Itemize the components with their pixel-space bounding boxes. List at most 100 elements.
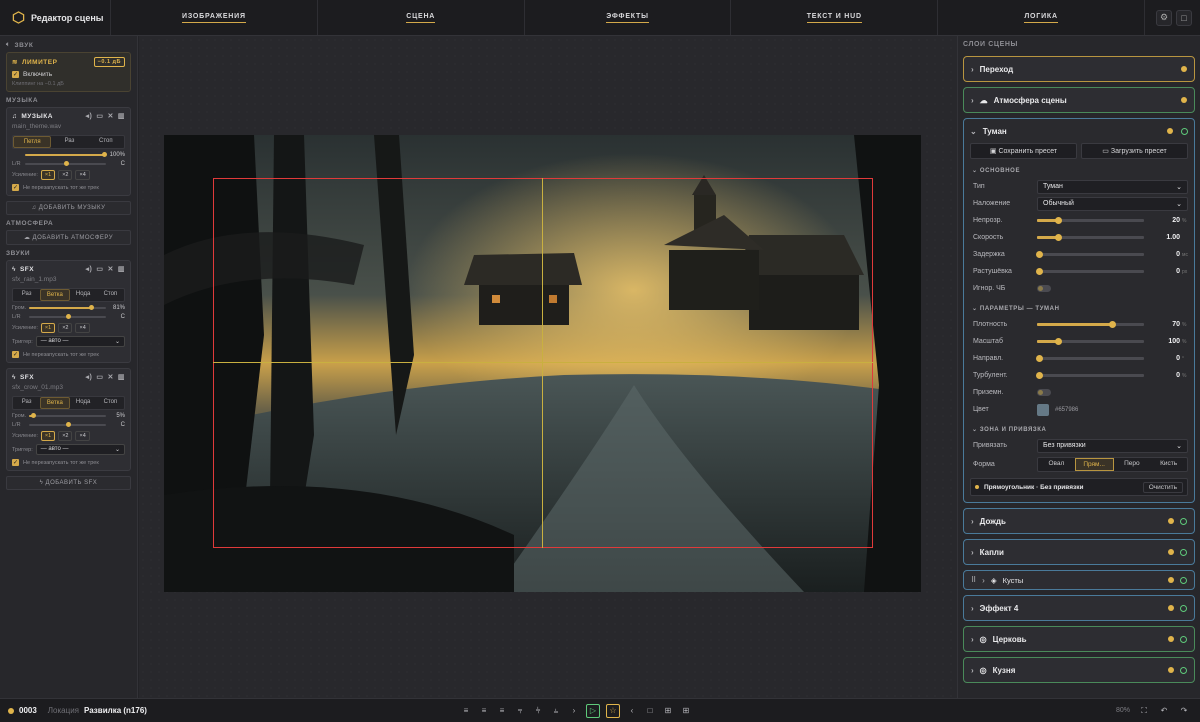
scene-image[interactable] (164, 135, 921, 592)
cloud-icon: ☁ (23, 235, 33, 241)
layer-church[interactable]: › ◎ Церковь (963, 626, 1195, 652)
align-left-icon[interactable]: ≡ (460, 705, 472, 717)
bind-select[interactable]: Без привязки ⌄ (1037, 438, 1188, 453)
mode-stop[interactable]: Стоп (97, 289, 124, 301)
trash-icon[interactable]: ▥ (118, 373, 125, 381)
trash-icon[interactable]: ▥ (118, 112, 125, 120)
folder-icon[interactable]: ▭ (96, 112, 103, 120)
trigger-select[interactable]: — авто — ⌄ (35, 336, 125, 347)
shape-feather[interactable]: Перо (1114, 458, 1151, 471)
layer-atmosphere[interactable]: › ☁ Атмосфера сцены (963, 87, 1195, 113)
ground-toggle[interactable] (1037, 389, 1051, 396)
shape-brush[interactable]: Кисть (1150, 458, 1187, 471)
visibility-ring (1181, 127, 1188, 135)
chevron-left-icon[interactable]: ‹ (626, 705, 638, 717)
align-center-icon[interactable]: ≡ (478, 705, 490, 717)
limiter-badge[interactable]: −0.1 дБ (93, 57, 125, 67)
tab-logic[interactable]: ЛОГИКА (937, 0, 1144, 35)
speaker-icon[interactable]: ◂) (86, 265, 93, 273)
frame-icon[interactable]: □ (644, 705, 656, 717)
align-bottom-icon[interactable]: ⫨ (550, 705, 562, 717)
add-atmo-button[interactable]: ☁ ДОБАВИТЬ АТМОСФЕРУ (6, 230, 131, 245)
tab-text-hud[interactable]: ТЕКСТ И HUD (730, 0, 937, 35)
music-volume-slider[interactable] (25, 152, 107, 157)
color-swatch[interactable] (1037, 403, 1049, 416)
trash-icon[interactable]: ▥ (118, 265, 125, 273)
sfx-volume-slider[interactable] (29, 305, 106, 310)
star-button[interactable]: ☆ (606, 703, 620, 718)
color-hex: #657986 (1055, 406, 1079, 413)
scale-slider[interactable] (1037, 338, 1144, 345)
gain-x1[interactable]: ×1 (40, 170, 56, 180)
music-mode: Петля Раз Стоп (12, 135, 125, 149)
align-right-icon[interactable]: ≡ (496, 705, 508, 717)
delay-slider[interactable] (1036, 251, 1144, 258)
limiter-card: ≋ ЛИМИТЕР −0.1 дБ ✓ Включить Клиппинг на −0… (6, 52, 131, 92)
mode-once[interactable]: Раз (51, 136, 87, 148)
play-button[interactable]: ▷ (586, 703, 600, 718)
speaker-icon[interactable]: ◂) (86, 373, 93, 381)
add-sfx-button[interactable]: ϟ ДОБАВИТЬ SFX (6, 476, 131, 490)
close-icon[interactable]: ✕ (108, 265, 114, 273)
mode-node[interactable]: Нода (70, 289, 97, 301)
load-preset-button[interactable]: ▭ Загрузить пресет (1081, 143, 1188, 159)
fullscreen-icon[interactable]: ⛶ (1138, 705, 1150, 717)
close-icon[interactable]: ✕ (108, 373, 114, 381)
mode-stop[interactable]: Стоп (88, 136, 124, 148)
music-pan-slider[interactable] (25, 161, 106, 166)
ignore-bw-toggle[interactable] (1037, 285, 1051, 292)
fog-zone-rect[interactable] (213, 178, 873, 548)
align-top-icon[interactable]: ⫧ (514, 705, 526, 717)
undo-icon[interactable]: ↶ (1158, 705, 1170, 717)
align-middle-icon[interactable]: ⫩ (532, 705, 544, 717)
clear-button[interactable]: Очистить (1142, 481, 1183, 493)
chevron-right-icon[interactable]: › (568, 705, 580, 717)
mode-loop[interactable]: Петля (13, 136, 52, 148)
layer-transition[interactable]: › Переход (963, 56, 1195, 82)
layer-forge[interactable]: › ◎ Кузня (963, 657, 1195, 683)
redo-icon[interactable]: ↷ (1178, 705, 1190, 717)
layer-effect4[interactable]: › Эффект 4 (963, 595, 1195, 621)
layer-rain[interactable]: › Дождь (963, 508, 1195, 534)
sfx-pan-slider[interactable] (29, 314, 106, 319)
gain-x2[interactable]: ×2 (58, 170, 73, 180)
tab-images[interactable]: ИЗОБРАЖЕНИЯ (110, 0, 317, 35)
drag-handle-icon: ⠿ (971, 577, 977, 584)
zoom-value[interactable]: 80% (1116, 707, 1130, 714)
scene-canvas[interactable] (139, 36, 957, 698)
sfx-card-1: ϟ SFX ◂) ▭ ✕ ▥ sfx_rain_1.mp3 Раз Ветка Нода… (6, 260, 131, 363)
shape-oval[interactable]: Овал (1038, 458, 1075, 471)
mode-once[interactable]: Раз (13, 289, 40, 301)
grid-icon[interactable]: ⊞ (680, 705, 692, 717)
window-button[interactable]: □ (1175, 9, 1192, 26)
mode-branch[interactable]: Ветка (40, 289, 70, 301)
save-preset-button[interactable]: ▣ Сохранить пресет (970, 143, 1077, 159)
speed-slider[interactable] (1037, 234, 1144, 241)
feather-slider[interactable] (1036, 268, 1144, 275)
direction-slider[interactable] (1036, 355, 1144, 362)
layer-bushes[interactable]: ⠿ › ◈ Кусты (963, 570, 1195, 590)
folder-icon[interactable]: ▭ (96, 265, 103, 273)
limiter-enable[interactable]: ✓ Включить (12, 71, 125, 78)
app-title: Редактор сцены (31, 12, 104, 23)
settings-button[interactable]: ⚙ (1155, 9, 1172, 26)
speaker-icon[interactable]: ◂) (86, 112, 93, 120)
turbulence-slider[interactable] (1036, 372, 1144, 379)
location-value[interactable]: Развилка (n176) (84, 706, 147, 715)
gain-x4[interactable]: ×4 (75, 170, 90, 180)
density-slider[interactable] (1037, 321, 1144, 328)
layer-fog-header[interactable]: ⌄ Туман (970, 119, 1188, 143)
folder-icon[interactable]: ▭ (96, 373, 103, 381)
add-frame-icon[interactable]: ⊞ (662, 705, 674, 717)
type-select[interactable]: Туман ⌄ (1037, 179, 1188, 194)
blend-select[interactable]: Обычный ⌄ (1037, 196, 1188, 211)
music-no-restart[interactable]: ✓ Не перезапускать тот же трек (12, 184, 125, 191)
layer-drops[interactable]: › Капли (963, 539, 1195, 565)
shape-rect[interactable]: Прям... (1074, 457, 1114, 471)
add-music-button[interactable]: ♫ ДОБАВИТЬ МУЗЫКУ (6, 201, 131, 215)
opacity-slider[interactable] (1037, 217, 1144, 224)
tab-scene[interactable]: СЦЕНА (316, 0, 524, 35)
location-label: Локация (47, 706, 80, 715)
tab-effects[interactable]: ЭФФЕКТЫ (523, 0, 731, 35)
close-icon[interactable]: ✕ (108, 112, 114, 120)
